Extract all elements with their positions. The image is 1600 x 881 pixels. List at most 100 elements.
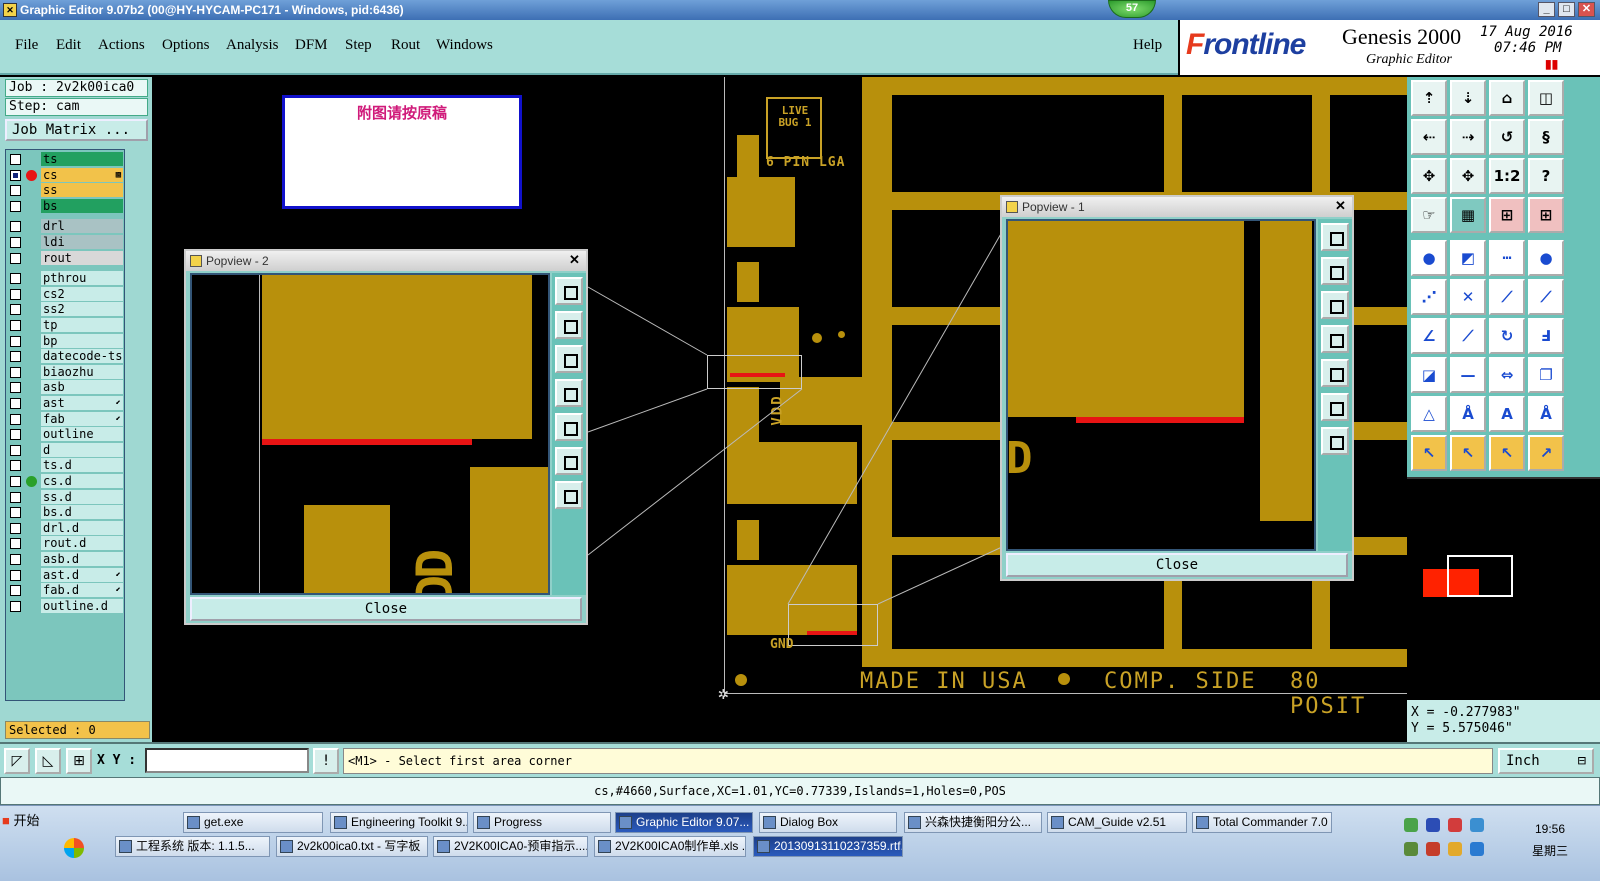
window-icon[interactable]: ◫ [1528,80,1564,116]
menu-windows[interactable]: Windows [436,37,493,54]
xy-input[interactable] [145,748,309,773]
pan-left-icon[interactable]: ⇠ [1411,119,1447,155]
layer-name[interactable]: tp [41,318,123,332]
layer-name[interactable]: biaozhu [41,364,123,379]
layer-name[interactable]: d [41,442,123,457]
info-button[interactable]: ! [313,748,339,774]
text-b-icon[interactable]: A [1489,396,1525,432]
layer-checkbox[interactable] [10,366,21,378]
restore-button[interactable]: □ [1558,2,1575,17]
popview-2-close-button[interactable]: Close [190,597,582,621]
layer-row-bp[interactable]: bp [6,333,124,349]
layer-checkbox[interactable] [10,288,21,300]
layer-row-cs[interactable]: cs ▩ [6,167,124,183]
snap-icon[interactable]: ◸ [4,748,30,774]
menu-step[interactable]: Step [345,37,372,54]
layer-checkbox[interactable] [10,154,21,165]
layer-b-icon[interactable]: ⊞ [1528,197,1564,233]
pan-down-icon[interactable]: ⇣ [1450,80,1486,116]
layer-checkbox[interactable] [10,522,21,534]
layer-name[interactable]: ss.d [41,489,123,504]
layer-row-bs[interactable]: bs [6,198,124,214]
text-a-icon[interactable]: Å [1450,396,1486,432]
select-route-icon[interactable]: ↗ [1528,435,1564,471]
menu-actions[interactable]: Actions [98,37,145,54]
layer-row-datecode-ts[interactable]: datecode-ts [6,349,124,364]
layer-a-icon[interactable]: ⊞ [1489,197,1525,233]
menu-analysis[interactable]: Analysis [226,37,279,54]
layer-row-ts-d[interactable]: ts.d [6,458,124,473]
layer-checkbox[interactable] [10,444,21,456]
popview-1-close-button[interactable]: Close [1006,553,1348,577]
layer-row-ast-d[interactable]: ast.d ⬋ [6,567,124,583]
layer-checkbox[interactable] [10,320,21,331]
layer-row-biaozhu[interactable]: biaozhu [6,364,124,380]
pop-pan-left-icon[interactable] [1321,325,1349,353]
tray-icon[interactable] [1470,842,1484,856]
layer-checkbox[interactable] [10,382,21,394]
angle-icon[interactable]: ∠ [1411,318,1447,354]
taskbar-button[interactable]: CAM_Guide v2.51 [1047,812,1187,833]
layer-checkbox[interactable] [10,600,21,612]
taskbar-button[interactable]: 20130913110237359.rtf... [753,836,903,857]
add-pad-icon[interactable]: ● [1411,240,1447,276]
layer-row-cs2[interactable]: cs2 [6,286,124,302]
layer-row-outline-d[interactable]: outline.d [6,598,124,614]
pop-pan-right-icon[interactable] [1321,359,1349,387]
snap-icon[interactable]: § [1528,119,1564,155]
start-button[interactable]: ■ 开始 [2,810,40,829]
layer-row-tp[interactable]: tp [6,318,124,333]
layer-name[interactable]: fab ⬋ [41,411,123,426]
layer-row-ast[interactable]: ast ⬋ [6,396,124,411]
home-icon[interactable]: ⌂ [1489,80,1525,116]
layer-checkbox[interactable] [10,221,21,233]
add-surface-icon[interactable]: ◩ [1450,240,1486,276]
layer-checkbox[interactable] [10,476,21,487]
layer-checkbox[interactable] [10,507,21,519]
layer-name[interactable]: bp [41,333,123,348]
layer-name[interactable]: bs [41,198,123,213]
layer-checkbox[interactable] [10,351,21,363]
menu-rout[interactable]: Rout [391,37,420,54]
pop-pan-up-icon[interactable] [555,311,583,339]
tray-icon[interactable] [1404,818,1418,832]
layer-row-fab[interactable]: fab ⬋ [6,411,124,427]
layer-name[interactable]: bs.d [41,505,123,520]
layer-name[interactable]: datecode-ts [41,349,123,364]
layer-checkbox[interactable] [10,200,21,212]
tray-icon[interactable] [1470,818,1484,832]
layer-name[interactable]: ast.d ⬋ [41,567,123,582]
select-c-icon[interactable]: ↖ [1489,435,1525,471]
layer-name[interactable]: rout [41,250,123,265]
pause-icon[interactable]: ▮▮ [1545,57,1558,71]
layer-name[interactable]: asb [41,380,123,395]
pop-zoom-in-icon[interactable] [1321,393,1349,421]
popview-1-view[interactable]: D [1006,219,1316,551]
units-selector[interactable]: Inch ⊟ [1498,748,1594,774]
layer-checkbox[interactable] [10,273,21,285]
grid-icon[interactable]: ⊞ [66,748,92,774]
layer-name[interactable]: ldi [41,235,123,249]
layer-row-ss-d[interactable]: ss.d [6,489,124,505]
layer-row-ts[interactable]: ts [6,152,124,167]
copy-icon[interactable]: ❐ [1528,357,1564,393]
popview-1-close-icon[interactable]: ✕ [1333,199,1348,214]
popview-2-view[interactable]: DD [190,273,550,595]
pop-pan-down-icon[interactable] [555,345,583,373]
select-icon[interactable]: ↖ [1411,435,1447,471]
layer-name[interactable]: drl.d [41,520,123,535]
windows-logo-icon[interactable] [64,838,84,858]
pan-up-icon[interactable]: ⇡ [1411,80,1447,116]
line-b-icon[interactable]: ⟋ [1528,279,1564,315]
taskbar-button[interactable]: Graphic Editor 9.07... [615,812,753,833]
pop-pan-down-icon[interactable] [1321,291,1349,319]
help-icon[interactable]: ? [1528,158,1564,194]
layer-checkbox[interactable] [10,252,21,264]
rotate-icon[interactable]: ↻ [1489,318,1525,354]
layer-name[interactable]: drl [41,219,123,234]
taskbar-button[interactable]: Engineering Toolkit 9.... [330,812,468,833]
layer-name[interactable]: ast ⬋ [41,396,123,410]
layer-checkbox[interactable] [10,554,21,565]
layer-row-outline[interactable]: outline [6,427,124,442]
layer-checkbox[interactable] [10,538,21,550]
